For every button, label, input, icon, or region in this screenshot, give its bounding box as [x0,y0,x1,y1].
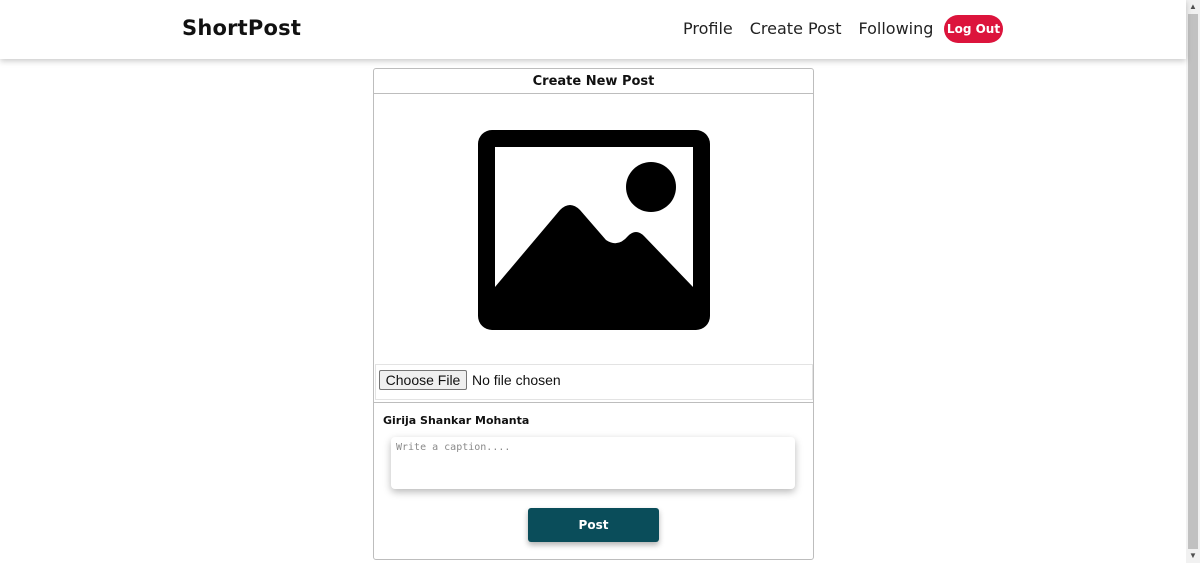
choose-file-button[interactable]: Choose File [379,370,467,390]
nav-link-profile[interactable]: Profile [683,19,733,38]
caption-input[interactable] [391,437,795,489]
scroll-up-arrow-icon[interactable]: ▲ [1186,0,1200,14]
nav-links: Profile Create Post Following [683,19,950,38]
logout-button[interactable]: Log Out [944,15,1003,43]
card-title: Create New Post [374,69,813,94]
image-preview [478,130,710,330]
vertical-scrollbar[interactable]: ▲ ▼ [1186,0,1200,563]
scroll-down-arrow-icon[interactable]: ▼ [1186,549,1200,563]
file-input-row: Choose File No file chosen [375,364,813,400]
nav-link-create-post[interactable]: Create Post [750,19,842,38]
create-post-card: Create New Post Choose File No file chos… [373,68,814,560]
divider [374,402,813,403]
image-icon [478,130,710,330]
brand-logo[interactable]: ShortPost [182,16,301,40]
scroll-thumb[interactable] [1188,14,1198,549]
file-status-text: No file chosen [472,372,561,388]
post-button[interactable]: Post [528,508,659,542]
username-label: Girija Shankar Mohanta [383,414,530,427]
navbar: ShortPost Profile Create Post Following … [0,0,1186,59]
page: ShortPost Profile Create Post Following … [0,0,1200,563]
nav-link-following[interactable]: Following [858,19,933,38]
